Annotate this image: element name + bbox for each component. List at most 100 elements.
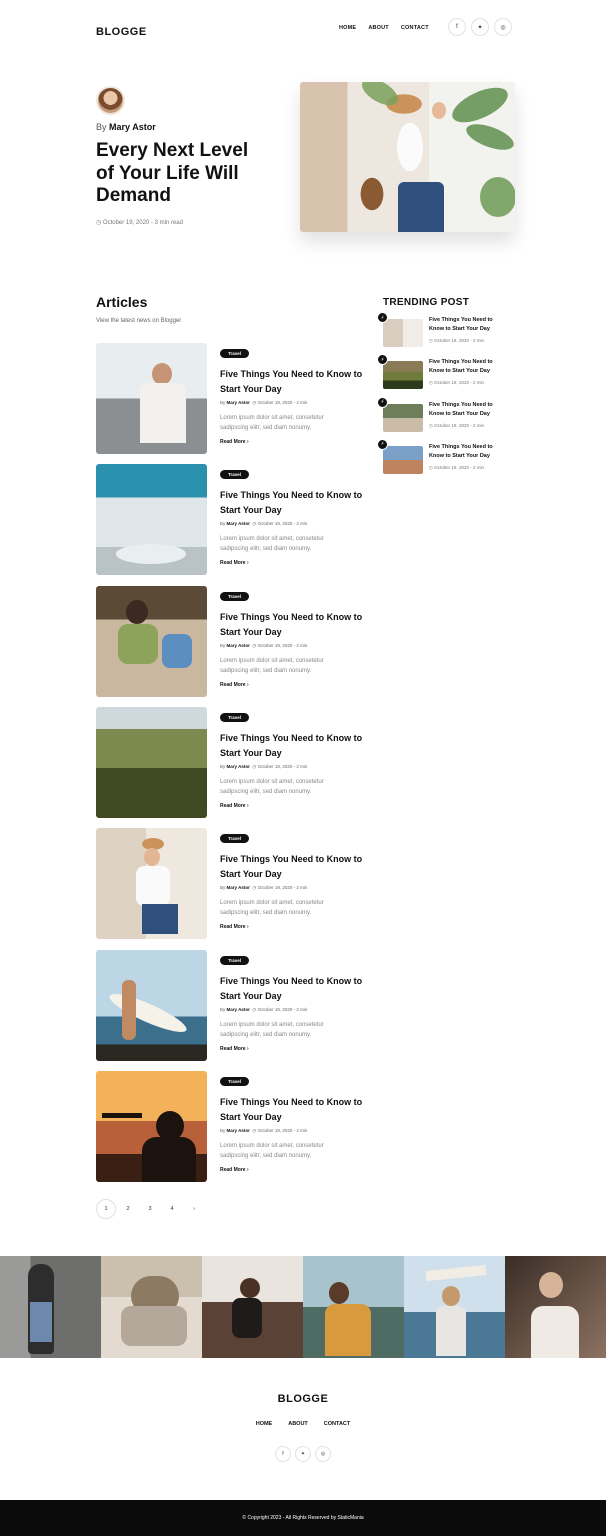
site-logo[interactable]: BLOGGE [96,26,147,38]
read-more-link[interactable]: Read More › [220,560,249,566]
gallery-image[interactable] [101,1256,202,1358]
article-by-label: By [220,1127,226,1133]
trending-item[interactable]: ⚡ Five Things You Need to Know to Start Y… [377,438,513,474]
article-thumbnail[interactable] [96,585,207,697]
article-category-tag[interactable]: Travel [220,834,250,844]
article-author[interactable]: Mary Astor [227,643,250,648]
article-card[interactable]: Travel Five Things You Need to Know to St… [96,343,366,454]
instagram-icon[interactable]: ◎ [315,1446,331,1462]
read-more-link[interactable]: Read More › [220,1167,249,1173]
article-author[interactable]: Mary Astor [227,1007,250,1012]
trending-title[interactable]: Five Things You Need to Know to Start Yo… [429,358,509,376]
read-more-link[interactable]: Read More › [220,803,249,809]
article-category-tag[interactable]: Travel [220,1076,250,1086]
hero-title[interactable]: Every Next Level of Your Life Will Deman… [96,140,271,208]
article-category-tag[interactable]: Travel [220,470,250,480]
article-card[interactable]: Travel Five Things You Need to Know to St… [96,949,368,1061]
facebook-icon[interactable]: f [448,18,466,36]
article-by-label: By [220,1006,226,1012]
facebook-icon[interactable]: f [275,1446,291,1462]
instagram-icon[interactable]: ◎ [494,18,512,36]
trending-meta: ◷ October 19, 2020 - 2 min [429,380,484,386]
article-card[interactable]: Travel Five Things You Need to Know to St… [96,464,368,576]
article-card[interactable]: Travel Five Things You Need to Know to St… [96,828,368,940]
nav-contact-link[interactable]: CONTACT [401,25,429,31]
gallery-image[interactable] [0,1256,101,1358]
article-title[interactable]: Five Things You Need to Know to Start Yo… [220,852,368,882]
twitter-icon[interactable]: ✦ [471,18,489,36]
trending-title[interactable]: Five Things You Need to Know to Start Yo… [429,316,509,334]
article-author[interactable]: Mary Astor [227,400,250,405]
nav-about-link[interactable]: ABOUT [368,25,389,31]
trending-title[interactable]: Five Things You Need to Know to Start Yo… [429,401,509,419]
next-page-button[interactable]: › [184,1199,204,1219]
footer-socials: f ✦ ◎ [0,1446,606,1462]
gallery-image[interactable] [404,1256,505,1358]
instagram-gallery [0,1256,606,1358]
article-title[interactable]: Five Things You Need to Know to Start Yo… [220,610,368,640]
article-title[interactable]: Five Things You Need to Know to Start Yo… [220,731,368,761]
article-by-label: By [220,763,226,769]
read-more-link[interactable]: Read More › [220,924,249,930]
article-author[interactable]: Mary Astor [227,885,250,890]
article-meta: By Mary Astor ◷ October 19, 2020 - 2 min [220,764,307,770]
article-thumbnail[interactable] [96,949,207,1061]
twitter-icon[interactable]: ✦ [295,1446,311,1462]
article-category-tag[interactable]: Travel [220,591,250,601]
trending-thumbnail[interactable] [383,361,423,390]
article-date: ◷ October 19, 2020 - 2 min [252,885,308,891]
gallery-image[interactable] [303,1256,404,1358]
trending-thumbnail[interactable] [383,403,423,432]
footer-nav: HOME ABOUT CONTACT [0,1421,606,1427]
article-category-tag[interactable]: Travel [220,712,250,722]
footer-home-link[interactable]: HOME [256,1421,273,1427]
footer-about-link[interactable]: ABOUT [288,1421,308,1427]
article-date: ◷ October 19, 2020 - 2 min [252,1127,308,1133]
article-title[interactable]: Five Things You Need to Know to Start Yo… [220,1095,368,1125]
trending-item[interactable]: ⚡ Five Things You Need to Know to Start Y… [377,312,513,347]
article-card[interactable]: Travel Five Things You Need to Know to St… [96,706,368,818]
hero-author-name[interactable]: Mary Astor [109,122,156,132]
read-more-link[interactable]: Read More › [220,682,249,688]
author-avatar [96,86,125,115]
article-meta: By Mary Astor ◷ October 19, 2020 - 2 min [220,1128,307,1134]
gallery-image[interactable] [505,1256,606,1358]
footer-contact-link[interactable]: CONTACT [324,1421,350,1427]
article-thumbnail[interactable] [96,343,207,454]
article-title[interactable]: Five Things You Need to Know to Start Yo… [220,974,368,1004]
article-excerpt: Lorem ipsum dolor sit amet, consetetur s… [220,657,324,674]
page-2-button[interactable]: 2 [118,1199,138,1219]
page-1-button[interactable]: 1 [96,1199,116,1219]
read-more-link[interactable]: Read More › [220,1046,249,1052]
copyright-text: © Copyright 2023 - All Rights Reserved b… [242,1515,364,1521]
article-thumbnail[interactable] [96,706,207,818]
trending-thumbnail[interactable] [383,445,423,474]
article-author[interactable]: Mary Astor [227,764,250,769]
article-date: ◷ October 19, 2020 - 2 min [252,521,308,527]
article-author[interactable]: Mary Astor [227,521,250,526]
trending-title[interactable]: Five Things You Need to Know to Start Yo… [429,443,509,461]
article-card[interactable]: Travel Five Things You Need to Know to St… [96,585,368,697]
article-thumbnail[interactable] [96,464,207,576]
trending-item[interactable]: ⚡ Five Things You Need to Know to Start Y… [377,354,513,390]
article-thumbnail[interactable] [96,1070,207,1182]
article-title[interactable]: Five Things You Need to Know to Start Yo… [220,367,368,397]
article-category-tag[interactable]: Travel [220,349,250,358]
article-excerpt: Lorem ipsum dolor sit amet, consetetur s… [220,900,324,917]
footer-logo[interactable]: BLOGGE [0,1393,606,1405]
lightning-icon: ⚡ [377,438,388,450]
page-4-button[interactable]: 4 [162,1199,182,1219]
trending-thumbnail[interactable] [383,319,423,347]
article-author[interactable]: Mary Astor [227,1128,250,1133]
lightning-icon: ⚡ [377,396,388,408]
article-thumbnail[interactable] [96,828,207,940]
hero-image[interactable] [300,82,515,232]
nav-home-link[interactable]: HOME [339,25,356,31]
article-card[interactable]: Travel Five Things You Need to Know to St… [96,1070,368,1182]
trending-item[interactable]: ⚡ Five Things You Need to Know to Start Y… [377,396,513,432]
article-category-tag[interactable]: Travel [220,955,250,965]
page-3-button[interactable]: 3 [140,1199,160,1219]
article-title[interactable]: Five Things You Need to Know to Start Yo… [220,488,368,518]
read-more-link[interactable]: Read More › [220,439,249,445]
gallery-image[interactable] [202,1256,303,1358]
